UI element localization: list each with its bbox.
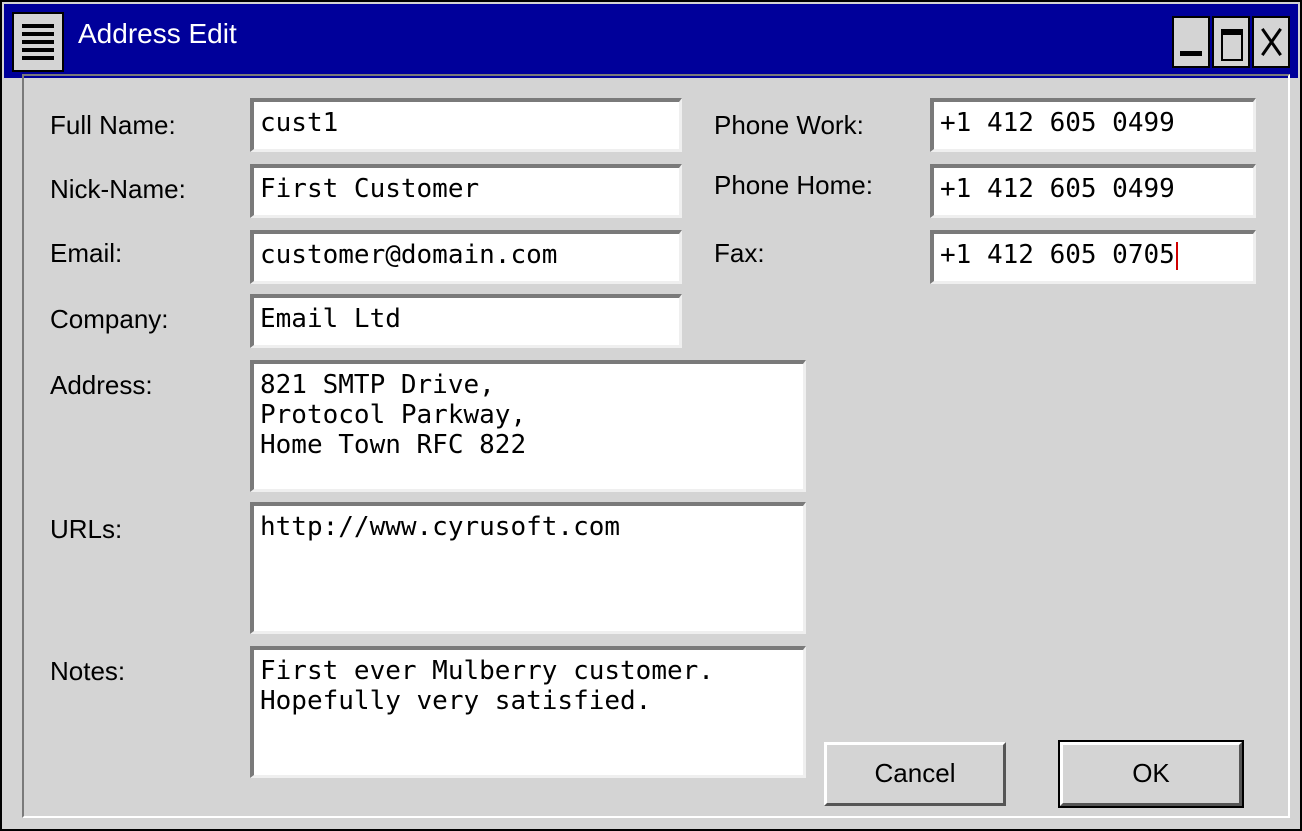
email-label: Email:: [50, 238, 123, 268]
phone-work-field[interactable]: +1 412 605 0499: [930, 98, 1256, 152]
urls-label: URLs:: [50, 514, 123, 544]
phone-home-field[interactable]: +1 412 605 0499: [930, 164, 1256, 218]
title-bar[interactable]: Address Edit: [4, 4, 1298, 78]
fax-label: Fax:: [714, 238, 765, 268]
full-name-label: Full Name:: [50, 110, 176, 140]
notes-label: Notes:: [50, 656, 126, 686]
nick-name-field[interactable]: First Customer: [250, 164, 682, 218]
menu-icon[interactable]: [12, 12, 64, 72]
text-caret: [1175, 241, 1178, 270]
nick-name-label: Nick-Name:: [50, 174, 186, 204]
ok-button[interactable]: OK: [1058, 740, 1244, 808]
full-name-field[interactable]: cust1: [250, 98, 682, 152]
minimize-icon[interactable]: [1172, 16, 1210, 68]
phone-work-label: Phone Work:: [714, 110, 864, 140]
urls-field[interactable]: http://www.cyrusoft.com: [250, 502, 806, 634]
fax-field[interactable]: +1 412 605 0705: [930, 230, 1256, 284]
cancel-button[interactable]: Cancel: [824, 742, 1006, 806]
window-title: Address Edit: [78, 18, 237, 49]
address-label: Address:: [50, 370, 153, 400]
close-icon[interactable]: [1252, 16, 1290, 68]
address-edit-window: Address Edit Full Name: Nick-Name: Email…: [0, 0, 1302, 831]
email-field[interactable]: customer@domain.com: [250, 230, 682, 284]
company-field[interactable]: Email Ltd: [250, 294, 682, 348]
company-label: Company:: [50, 304, 169, 334]
fax-field-text: +1 412 605 0705: [940, 240, 1175, 270]
notes-field[interactable]: First ever Mulberry customer. Hopefully …: [250, 646, 806, 778]
maximize-icon[interactable]: [1212, 16, 1250, 68]
phone-home-label: Phone Home:: [714, 170, 873, 200]
address-field[interactable]: 821 SMTP Drive, Protocol Parkway, Home T…: [250, 360, 806, 492]
